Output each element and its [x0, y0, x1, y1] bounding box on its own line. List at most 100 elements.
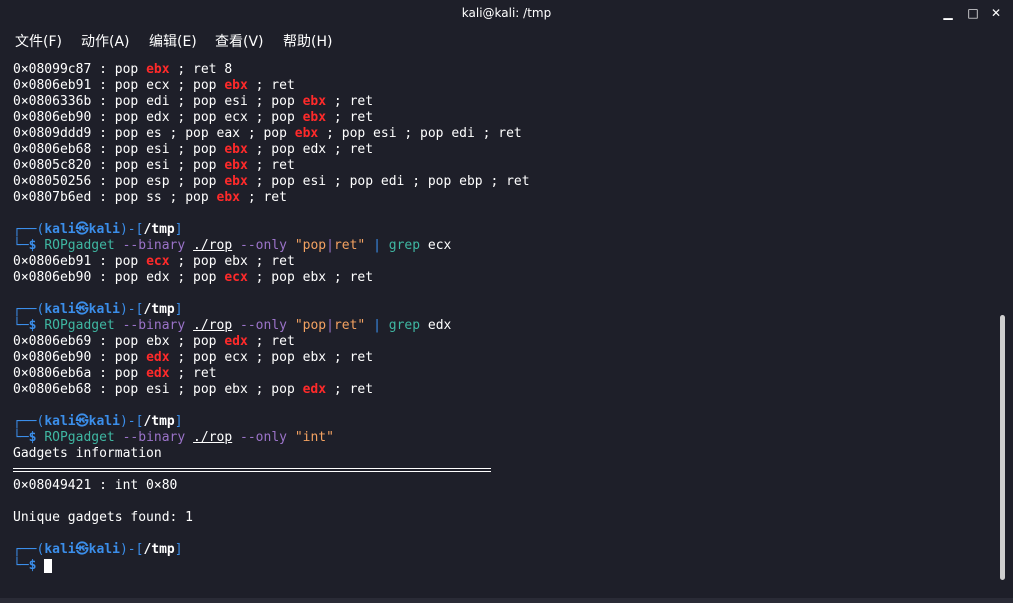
menu-action[interactable]: 动作(A)	[81, 31, 130, 51]
gadget-instr: ; ret	[326, 110, 374, 125]
gadget-register: ebx	[294, 126, 319, 141]
gadget-register: ecx	[146, 254, 170, 269]
gadget-instr: pop edx ; pop	[114, 270, 225, 285]
gadget-instr: ; ret	[247, 158, 295, 173]
gadget-instr: ; pop ecx ; pop ebx ; ret	[169, 350, 374, 365]
int-gadget: 0×08049421 : int 0×80	[13, 478, 178, 493]
separator: :	[91, 350, 115, 365]
menu-view[interactable]: 查看(V)	[215, 31, 264, 51]
gadget-line: 0×08099c87 : pop ebx ; ret 8	[13, 62, 530, 78]
separator: :	[91, 142, 115, 157]
gadget-instr: ; ret	[326, 382, 374, 397]
gadget-line: 0×0806eb6a : pop edx ; ret	[13, 366, 530, 382]
prompt-frame: ]	[174, 542, 183, 557]
gadget-instr: pop esi ; pop	[114, 142, 225, 157]
int-gadget-line: 0×08049421 : int 0×80	[13, 478, 530, 494]
separator: :	[91, 270, 115, 285]
menu-help[interactable]: 帮助(H)	[283, 31, 332, 51]
gadget-line: 0×0806eb91 : pop ecx ; pop ebx ; ret	[13, 254, 530, 270]
gadget-register: edx	[224, 334, 248, 349]
command-string: ret"	[333, 318, 366, 333]
command-string: ret"	[333, 238, 366, 253]
maximize-icon[interactable]: □	[965, 5, 981, 21]
prompt-header: ┌──(kali㉿kali)-[/tmp]	[13, 222, 530, 238]
gadget-line: 0×0806eb90 : pop edx ; pop ecx ; pop ebx…	[13, 110, 530, 126]
menu-file[interactable]: 文件(F)	[15, 31, 62, 51]
gadget-address: 0×0806eb90	[13, 270, 92, 285]
prompt-user: kali	[44, 302, 76, 317]
gadget-register: ebx	[146, 62, 170, 77]
gadget-address: 0×0807b6ed	[13, 190, 92, 205]
command-option: --binary	[122, 238, 186, 253]
gadget-register: ecx	[224, 270, 248, 285]
prompt-header: ┌──(kali㉿kali)-[/tmp]	[13, 414, 530, 430]
minimize-icon[interactable]: ▁	[940, 5, 956, 21]
gadget-instr: pop esi ; pop	[114, 158, 225, 173]
window-title: kali@kali: /tmp	[461, 6, 552, 20]
command-tool: ROPgadget	[44, 430, 115, 445]
terminal-area[interactable]: 0×08099c87 : pop ebx ; ret 8 0×0806eb91 :…	[0, 54, 996, 603]
gadget-instr: pop	[114, 62, 147, 77]
gadget-register: edx	[146, 350, 170, 365]
gadget-register: edx	[146, 366, 170, 381]
prompt-host: kali	[88, 542, 120, 557]
command-file: ./rop	[193, 318, 233, 333]
command-arg: ecx	[427, 238, 452, 253]
scrollbar-thumb[interactable]	[1000, 315, 1005, 580]
separator: :	[91, 334, 115, 349]
gadget-register: ebx	[302, 110, 327, 125]
gadget-address: 0×0806eb90	[13, 350, 92, 365]
gadget-register: ebx	[224, 78, 248, 93]
prompt-cwd: /tmp	[143, 542, 175, 557]
prompt-frame: ]	[174, 414, 183, 429]
prompt-frame: ]	[174, 222, 183, 237]
command-option: --only	[240, 238, 287, 253]
command-file: ./rop	[193, 238, 233, 253]
command-option: --binary	[122, 318, 186, 333]
gadget-line: 0×0805c820 : pop esi ; pop ebx ; ret	[13, 158, 530, 174]
gadget-address: 0×0806eb68	[13, 142, 92, 157]
command-pipe: |	[373, 318, 381, 333]
command-pipe: |	[373, 238, 381, 253]
gadget-register: edx	[302, 382, 327, 397]
gadget-address: 0×08050256	[13, 174, 92, 189]
separator: :	[91, 110, 115, 125]
prompt-frame: └─	[13, 238, 29, 253]
separator: :	[91, 126, 115, 141]
prompt-at: ㉿	[75, 414, 89, 429]
menu-edit[interactable]: 编辑(E)	[149, 31, 197, 51]
command-tool: ROPgadget	[44, 238, 115, 253]
gadget-instr: ; ret	[247, 78, 295, 93]
prompt-frame: ┌──(	[13, 222, 45, 237]
command-grep: grep	[388, 238, 421, 253]
close-icon[interactable]: ✕	[988, 5, 1004, 21]
gadget-address: 0×08099c87	[13, 62, 92, 77]
separator-rule-top	[13, 468, 491, 469]
separator: :	[91, 78, 115, 93]
separator: :	[91, 190, 115, 205]
prompt-cwd: /tmp	[143, 414, 175, 429]
gadget-address: 0×0806eb91	[13, 254, 92, 269]
gadget-register: ebx	[224, 158, 248, 173]
gadget-address: 0×0806eb6a	[13, 366, 92, 381]
gadget-register: ebx	[224, 142, 248, 157]
separator: :	[91, 366, 115, 381]
command-string-bar: |	[326, 318, 334, 333]
